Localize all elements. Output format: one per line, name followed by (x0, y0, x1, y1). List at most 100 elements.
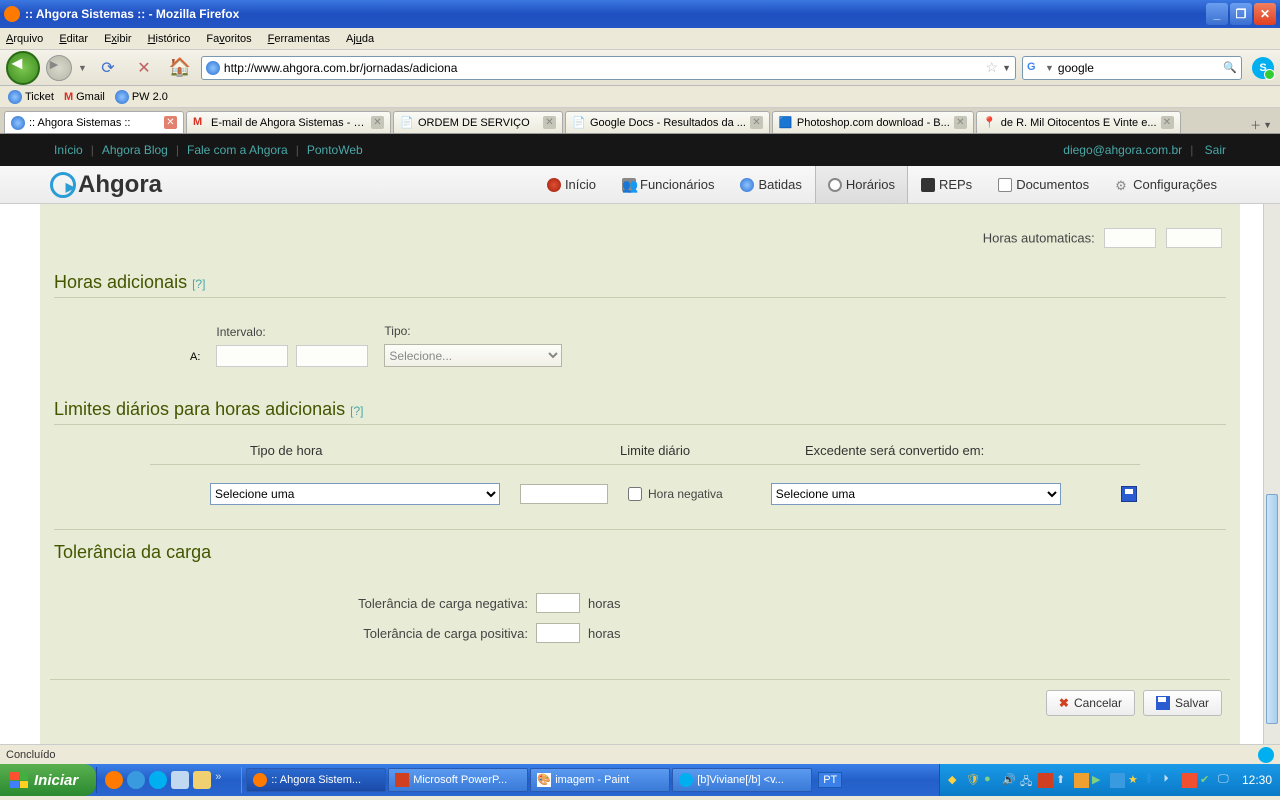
tab-close-icon[interactable]: ✕ (750, 116, 763, 129)
stop-button[interactable]: ✕ (129, 53, 159, 83)
tray-icon[interactable]: ▶ (1092, 773, 1107, 788)
task-paint[interactable]: 🎨imagem - Paint (530, 768, 670, 792)
save-button[interactable]: Salvar (1143, 690, 1222, 716)
horas-auto-input-1[interactable] (1104, 228, 1156, 248)
quicklaunch-firefox-icon[interactable] (105, 771, 123, 789)
intervalo-input-2[interactable] (296, 345, 368, 367)
search-bar[interactable]: G ▼ 🔍 (1022, 56, 1242, 80)
search-input[interactable] (1058, 61, 1219, 75)
bookmark-ticket[interactable]: Ticket (8, 90, 54, 104)
tipo-select[interactable]: Selecione... (384, 344, 562, 367)
excedente-select[interactable]: Selecione uma (771, 483, 1061, 505)
menu-arquivo[interactable]: Arquivo (6, 33, 43, 45)
save-row-icon[interactable] (1121, 486, 1137, 502)
new-tab-button[interactable]: ＋ (1250, 117, 1261, 133)
tab-ahgora[interactable]: :: Ahgora Sistemas :: ✕ (4, 111, 184, 133)
url-input[interactable] (224, 61, 982, 75)
quicklaunch-chevron-icon[interactable]: » (215, 771, 233, 789)
topbar-pontoweb[interactable]: PontoWeb (307, 143, 363, 157)
tab-gdocs[interactable]: 📄 Google Docs - Resultados da ... ✕ (565, 111, 770, 133)
nav-horarios[interactable]: Horários (815, 166, 908, 203)
cancel-button[interactable]: ✖Cancelar (1046, 690, 1135, 716)
tab-close-icon[interactable]: ✕ (543, 116, 556, 129)
skype-status-icon[interactable] (1258, 747, 1274, 763)
nav-reps[interactable]: REPs (908, 166, 985, 203)
tray-volume-icon[interactable]: 🔊 (1002, 773, 1017, 788)
language-indicator[interactable]: PT (818, 772, 842, 788)
quicklaunch-ie-icon[interactable] (127, 771, 145, 789)
tolerancia-negativa-input[interactable] (536, 593, 580, 613)
tab-close-icon[interactable]: ✕ (371, 116, 384, 129)
tray-icon[interactable]: 🞂 (1164, 773, 1179, 788)
tab-list-button[interactable]: ▼ (1263, 120, 1272, 130)
tab-email[interactable]: M E-mail de Ahgora Sistemas - E... ✕ (186, 111, 391, 133)
tray-network-icon[interactable]: 🖧 (1020, 773, 1035, 788)
search-engine-dropdown-icon[interactable]: ▼ (1045, 63, 1054, 73)
tray-icon[interactable]: ✔ (1200, 773, 1215, 788)
nav-funcionarios[interactable]: 👥Funcionários (609, 166, 727, 203)
ahgora-logo[interactable]: Ahgora (50, 171, 162, 199)
menu-ferramentas[interactable]: Ferramentas (268, 33, 330, 45)
menu-exibir[interactable]: Exibir (104, 33, 132, 45)
topbar-sair[interactable]: Sair (1205, 143, 1226, 157)
topbar-blog[interactable]: Ahgora Blog (102, 143, 168, 157)
help-link[interactable]: [?] (192, 277, 205, 291)
menu-favoritos[interactable]: Favoritos (206, 33, 251, 45)
tray-icon[interactable]: 🖵 (1218, 773, 1233, 788)
tipo-hora-select[interactable]: Selecione uma (210, 483, 500, 505)
tab-close-icon[interactable]: ✕ (954, 116, 967, 129)
nav-configuracoes[interactable]: ⚙Configurações (1102, 166, 1230, 203)
bookmark-pw20[interactable]: PW 2.0 (115, 90, 168, 104)
tray-shield-icon[interactable]: 🛡 (966, 773, 981, 788)
quicklaunch-explorer-icon[interactable] (193, 771, 211, 789)
tab-close-icon[interactable]: ✕ (1161, 116, 1174, 129)
scrollbar-thumb[interactable] (1266, 494, 1278, 724)
bookmark-star-icon[interactable]: ☆ (986, 59, 999, 76)
quicklaunch-skype-icon[interactable] (149, 771, 167, 789)
nav-inicio[interactable]: Início (534, 166, 609, 203)
tray-icon[interactable]: ⬆ (1056, 773, 1071, 788)
nav-documentos[interactable]: Documentos (985, 166, 1102, 203)
menu-editar[interactable]: Editar (59, 33, 88, 45)
tray-bluetooth-icon[interactable]: ᛒ (1146, 773, 1161, 788)
topbar-inicio[interactable]: Início (54, 143, 83, 157)
url-bar[interactable]: ☆ ▼ (201, 56, 1016, 80)
reload-button[interactable]: ⟳ (93, 53, 123, 83)
forward-button[interactable]: ► (46, 55, 72, 81)
intervalo-input-1[interactable] (216, 345, 288, 367)
tab-ordem[interactable]: 📄 ORDEM DE SERVIÇO ✕ (393, 111, 563, 133)
tray-icon[interactable]: ◆ (948, 773, 963, 788)
bookmark-gmail[interactable]: MGmail (64, 91, 105, 103)
horas-auto-input-2[interactable] (1166, 228, 1222, 248)
tray-icon[interactable] (1038, 773, 1053, 788)
skype-icon[interactable]: S (1252, 57, 1274, 79)
tolerancia-positiva-input[interactable] (536, 623, 580, 643)
topbar-fale[interactable]: Fale com a Ahgora (187, 143, 288, 157)
task-powerpoint[interactable]: Microsoft PowerP... (388, 768, 528, 792)
quicklaunch-desktop-icon[interactable] (171, 771, 189, 789)
tray-icon[interactable]: ★ (1128, 773, 1143, 788)
home-button[interactable]: 🏠 (165, 53, 195, 83)
menu-historico[interactable]: Histórico (148, 33, 191, 45)
tab-close-icon[interactable]: ✕ (164, 116, 177, 129)
tray-icon[interactable]: ● (984, 773, 999, 788)
start-button[interactable]: Iniciar (0, 764, 96, 796)
vertical-scrollbar[interactable] (1263, 204, 1280, 744)
window-maximize-button[interactable]: ❐ (1230, 3, 1252, 25)
hora-negativa-checkbox[interactable] (628, 487, 642, 501)
menu-ajuda[interactable]: Ajuda (346, 33, 374, 45)
window-minimize-button[interactable]: _ (1206, 3, 1228, 25)
tray-icon[interactable] (1182, 773, 1197, 788)
search-go-icon[interactable]: 🔍 (1223, 61, 1237, 74)
task-skype-chat[interactable]: [b]Viviane[/b] <v... (672, 768, 812, 792)
tray-icon[interactable] (1110, 773, 1125, 788)
window-close-button[interactable]: ✕ (1254, 3, 1276, 25)
url-dropdown-icon[interactable]: ▼ (1002, 63, 1011, 73)
nav-batidas[interactable]: Batidas (727, 166, 814, 203)
topbar-user-email[interactable]: diego@ahgora.com.br (1063, 143, 1182, 157)
help-link[interactable]: [?] (350, 404, 363, 418)
limite-diario-input[interactable] (520, 484, 608, 504)
tray-clock[interactable]: 12:30 (1242, 773, 1272, 787)
back-button[interactable]: ◄ (6, 51, 40, 85)
nav-dropdown-icon[interactable]: ▼ (78, 63, 87, 73)
